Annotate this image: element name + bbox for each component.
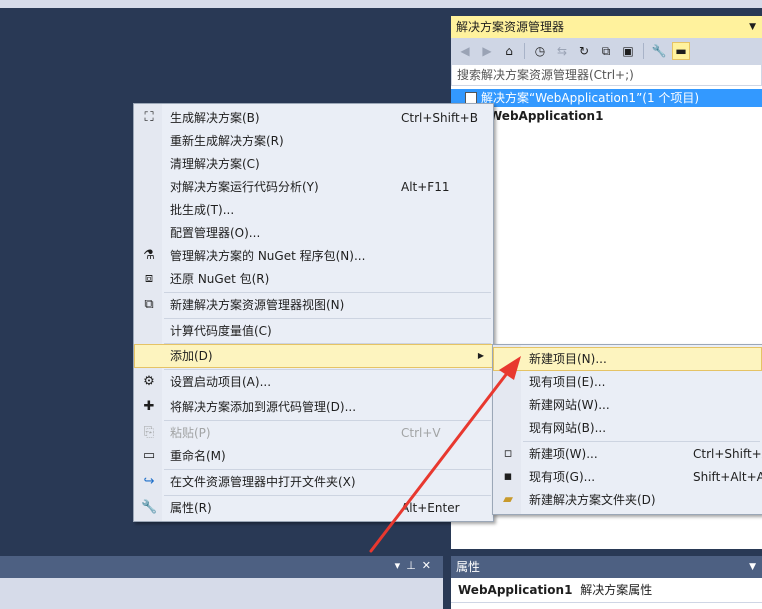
annotation-arrow	[369, 356, 521, 553]
annotation-arrow-shaft	[369, 370, 510, 553]
annotation-arrow-head	[499, 356, 521, 380]
